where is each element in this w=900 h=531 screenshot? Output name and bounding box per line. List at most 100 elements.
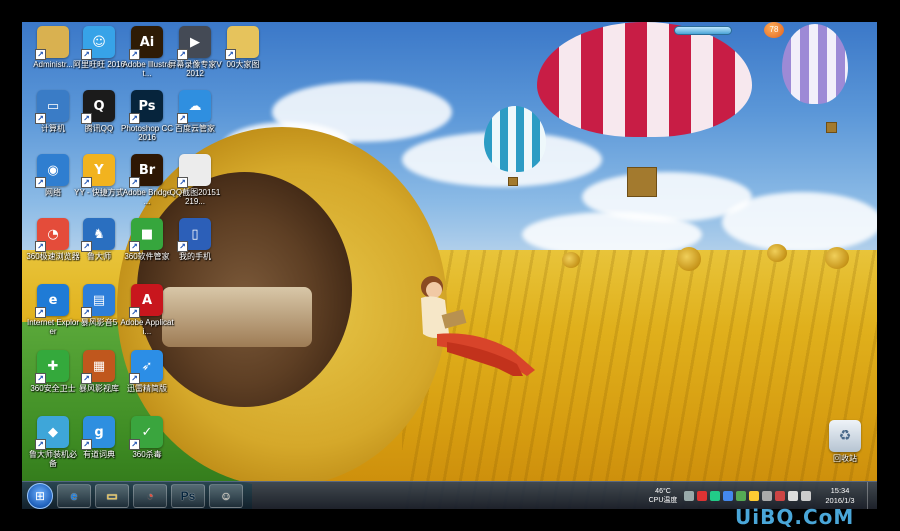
desktop-icon[interactable]: Br ↗ Adobe Bridge ... — [123, 154, 171, 206]
start-button[interactable]: ⊞ — [27, 482, 53, 509]
tray-app-icon[interactable] — [684, 491, 694, 501]
shortcut-arrow-icon: ↗ — [129, 177, 140, 188]
desktop-icon[interactable]: ▭ ↗ 计算机 — [30, 90, 76, 133]
desktop-icon-label: 我的手机 — [179, 252, 211, 261]
360-antivirus-icon: ✓ ↗ — [129, 416, 163, 450]
desktop-icon[interactable]: A ↗ Adobe Applicati... — [120, 284, 174, 336]
hay-bale — [677, 247, 701, 271]
desktop-icon-label: 暴风影音5 — [80, 318, 118, 327]
desktop-icon[interactable]: Ps ↗ Photoshop CC 2016 — [121, 90, 173, 142]
desktop-icon[interactable]: ◆ ↗ 鲁大师装机必备 — [29, 416, 77, 468]
system-monitor-widget[interactable] — [674, 26, 732, 35]
windows-start-icon: ⊞ — [34, 488, 46, 503]
desktop-icon[interactable]: ■ ↗ 360软件管家 — [124, 218, 170, 261]
desktop-icon[interactable]: ↗ Administr... — [30, 26, 76, 69]
screen-recorder-icon: ▶ ↗ — [177, 26, 211, 60]
tray-app-icon[interactable] — [697, 491, 707, 501]
taskbar-ie-button[interactable]: e — [57, 483, 91, 508]
desktop-icon[interactable]: Ai ↗ Adobe Illustrat... — [123, 26, 171, 78]
tray-app-icon[interactable] — [749, 491, 759, 501]
speed-ball-widget[interactable]: 78 — [764, 22, 784, 38]
shortcut-arrow-icon: ↗ — [35, 241, 46, 252]
tray-app-icon[interactable] — [710, 491, 720, 501]
cpu-temperature[interactable]: 46°C CPU温度 — [645, 487, 681, 505]
desktop-icon-label: 百度云管家 — [175, 124, 215, 133]
desktop-icon[interactable]: ▦ ↗ 暴风影视库 — [76, 350, 122, 393]
desktop-icon[interactable]: ↗ QQ截图20151219... — [170, 154, 220, 206]
taskbar-360-browser-button[interactable]: ◔ — [133, 483, 167, 508]
tray-app-icon[interactable] — [723, 491, 733, 501]
network-icon[interactable] — [788, 491, 798, 501]
desktop-icon[interactable]: e ↗ Internet Explorer — [27, 284, 79, 336]
desktop-icon-label: 腾讯QQ — [84, 124, 114, 133]
shortcut-arrow-icon: ↗ — [177, 241, 188, 252]
shortcut-arrow-icon: ↗ — [35, 177, 46, 188]
desktop-icon[interactable]: ▶ ↗ 屏幕录像专家V2012 — [168, 26, 222, 78]
taskbar-clock[interactable]: 15:34 2016/1/3 — [815, 486, 865, 506]
desktop-icon-label: YY - 快捷方式 — [74, 188, 124, 197]
desktop-icon[interactable]: ↗ 00大家图 — [220, 26, 266, 69]
balloon-basket — [508, 177, 518, 186]
baofeng-icon: ▤ ↗ — [81, 284, 115, 318]
tray-360-icon[interactable] — [736, 491, 746, 501]
shortcut-arrow-icon: ↗ — [81, 307, 92, 318]
illustrator-icon: Ai ↗ — [129, 26, 163, 60]
shortcut-arrow-icon: ↗ — [35, 113, 46, 124]
desktop-icon[interactable]: ◉ ↗ 网络 — [30, 154, 76, 197]
show-desktop-button[interactable] — [867, 482, 877, 509]
desktop-icon[interactable]: g ↗ 有道词典 — [76, 416, 122, 459]
desktop-icon[interactable]: ➶ ↗ 迅雷精简版 — [124, 350, 170, 393]
hay-bale — [562, 252, 580, 268]
shortcut-arrow-icon: ↗ — [177, 177, 188, 188]
recycle-bin-label: 回收站 — [833, 454, 857, 463]
taskbar-explorer-button[interactable]: ▭ — [95, 483, 129, 508]
tray-app-icon[interactable] — [775, 491, 785, 501]
desktop-icon[interactable]: ✚ ↗ 360安全卫士 — [30, 350, 76, 393]
tray-app-icon[interactable] — [762, 491, 772, 501]
desktop-icon-label: 阿里旺旺 2016 — [72, 60, 126, 69]
desktop-icon[interactable]: ▤ ↗ 暴风影音5 — [76, 284, 122, 327]
adobe-application-manager-icon: A ↗ — [129, 284, 163, 318]
shortcut-arrow-icon: ↗ — [129, 373, 140, 384]
file-explorer-icon: ▭ — [106, 488, 118, 503]
aliwangwang-icon: ☺ ↗ — [81, 26, 115, 60]
desktop-icon-label: Photoshop CC 2016 — [120, 124, 174, 142]
desktop-icon-label: 360软件管家 — [124, 252, 170, 261]
desktop-icon-label: 鲁大师 — [87, 252, 111, 261]
baidu-cloud-icon: ☁ ↗ — [177, 90, 211, 124]
taskbar-photoshop-button[interactable]: Ps — [171, 483, 205, 508]
tunnel-bed — [162, 287, 312, 347]
internet-explorer-icon: e ↗ — [35, 284, 69, 318]
desktop-icon-label: Adobe Illustrat... — [122, 60, 172, 78]
recycle-bin[interactable]: ♻ 回收站 — [822, 420, 868, 463]
clock-time: 15:34 — [830, 486, 850, 495]
cpu-temp-value: 46°C — [655, 488, 671, 495]
volume-icon[interactable] — [801, 491, 811, 501]
network-icon: ◉ ↗ — [35, 154, 69, 188]
desktop-icon-label: 暴风影视库 — [79, 384, 119, 393]
desktop-icon-label: Adobe Bridge ... — [122, 188, 172, 206]
desktop-icon-label: 屏幕录像专家V2012 — [168, 60, 222, 78]
desktop-screen: 78 ↗ Administr... ☺ ↗ 阿里旺旺 2016 Ai ↗ Adobe Illu… — [22, 22, 877, 509]
desktop-icon-label: 00大家图 — [226, 60, 260, 69]
desktop-icon[interactable]: Y ↗ YY - 快捷方式 — [74, 154, 124, 197]
balloon-basket — [627, 167, 657, 197]
desktop-icon[interactable]: ☁ ↗ 百度云管家 — [172, 90, 218, 133]
desktop-icon[interactable]: ✓ ↗ 360杀毒 — [124, 416, 170, 459]
desktop-icon[interactable]: ☺ ↗ 阿里旺旺 2016 — [73, 26, 125, 69]
youdao-dict-icon: g ↗ — [81, 416, 115, 450]
desktop-icon-label: Adobe Applicati... — [120, 318, 174, 336]
shortcut-arrow-icon: ↗ — [129, 113, 140, 124]
shortcut-arrow-icon: ↗ — [81, 373, 92, 384]
shortcut-arrow-icon: ↗ — [129, 439, 140, 450]
shortcut-arrow-icon: ↗ — [35, 439, 46, 450]
qq-icon: Q ↗ — [81, 90, 115, 124]
360-browser-icon: ◔ — [146, 488, 154, 503]
desktop-icon[interactable]: ♞ ↗ 鲁大师 — [76, 218, 122, 261]
taskbar-image-viewer-button[interactable]: ☺ — [209, 483, 243, 508]
reading-girl — [421, 276, 535, 376]
desktop-icon[interactable]: Q ↗ 腾讯QQ — [76, 90, 122, 133]
desktop-icon[interactable]: ▯ ↗ 我的手机 — [172, 218, 218, 261]
desktop-icon-label: 有道词典 — [83, 450, 115, 459]
desktop-icon[interactable]: ◔ ↗ 360极速浏览器 — [26, 218, 80, 261]
